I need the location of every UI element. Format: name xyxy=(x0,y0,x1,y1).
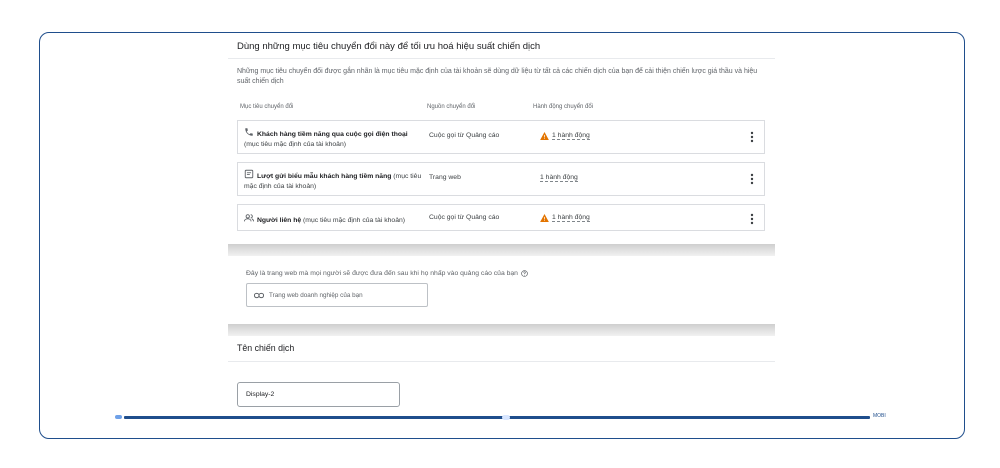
goal-source: Trang web xyxy=(429,174,461,181)
conversion-goals-title: Dùng những mục tiêu chuyển đổi này để tố… xyxy=(237,41,541,52)
website-prompt-text: Đây là trang web mà mọi người sẽ được đư… xyxy=(246,270,518,277)
goal-title: Người liên hệ xyxy=(257,217,302,224)
link-icon xyxy=(254,292,264,299)
goal-action-link[interactable]: 1 hành động xyxy=(552,132,590,140)
website-prompt: Đây là trang web mà mọi người sẽ được đư… xyxy=(246,270,528,277)
progress-start-marker xyxy=(115,415,122,419)
goal-action[interactable]: 1 hành động xyxy=(540,132,590,140)
divider xyxy=(228,58,775,59)
screenshot-frame: Dùng những mục tiêu chuyển đổi này để tố… xyxy=(39,32,965,439)
goal-description: Lượt gửi biểu mẫu khách hàng tiềm năng (… xyxy=(244,168,422,192)
goal-title: Khách hàng tiềm năng qua cuộc gọi điện t… xyxy=(257,131,408,138)
goal-action-link[interactable]: 1 hành động xyxy=(552,214,590,222)
conversion-goals-description: Những mục tiêu chuyển đổi được gắn nhãn … xyxy=(237,68,758,85)
progress-handle[interactable] xyxy=(502,415,510,420)
goal-action[interactable]: 1 hành động xyxy=(540,174,578,182)
website-url-placeholder: Trang web doanh nghiệp của bạn xyxy=(269,292,363,299)
website-url-input[interactable]: Trang web doanh nghiệp của bạn xyxy=(246,283,428,307)
column-header-source: Nguồn chuyển đổi xyxy=(427,104,476,110)
goal-title: Lượt gửi biểu mẫu khách hàng tiềm năng xyxy=(257,173,392,180)
campaign-name-input[interactable]: Display-2 xyxy=(237,382,400,407)
goal-subtitle: (mục tiêu mặc định của tài khoản) xyxy=(303,217,406,224)
campaign-name-title: Tên chiến dịch xyxy=(237,343,295,353)
conversion-goal-row[interactable]: Khách hàng tiềm năng qua cuộc gọi điện t… xyxy=(237,120,765,154)
phone-icon xyxy=(245,128,253,136)
more-vert-icon[interactable] xyxy=(750,131,754,143)
warning-icon xyxy=(540,214,549,222)
progress-label: MOBI xyxy=(873,413,886,419)
more-vert-icon[interactable] xyxy=(750,173,754,185)
goal-action[interactable]: 1 hành động xyxy=(540,214,590,222)
warning-icon xyxy=(540,132,549,140)
goal-source: Cuộc gọi từ Quảng cáo xyxy=(429,214,500,221)
conversion-goal-row[interactable]: Lượt gửi biểu mẫu khách hàng tiềm năng (… xyxy=(237,162,765,196)
goal-action-link[interactable]: 1 hành động xyxy=(540,174,578,182)
divider xyxy=(228,361,775,362)
conversion-goal-row[interactable]: Người liên hệ (mục tiêu mặc định của tài… xyxy=(237,204,765,231)
section-separator xyxy=(228,244,775,256)
form-icon xyxy=(244,169,254,179)
section-separator xyxy=(228,324,775,336)
more-vert-icon[interactable] xyxy=(750,213,754,225)
campaign-settings-panel: Dùng những mục tiêu chuyển đổi này để tố… xyxy=(228,33,775,433)
goal-source: Cuộc gọi từ Quảng cáo xyxy=(429,132,500,139)
goal-description: Khách hàng tiềm năng qua cuộc gọi điện t… xyxy=(244,126,422,150)
help-icon[interactable] xyxy=(521,270,528,277)
people-icon xyxy=(244,214,254,222)
column-header-action: Hành động chuyển đổi xyxy=(533,104,594,110)
video-progress-bar[interactable] xyxy=(124,416,870,419)
column-header-goal: Mục tiêu chuyển đổi xyxy=(240,104,294,110)
goal-description: Người liên hệ (mục tiêu mặc định của tài… xyxy=(244,212,444,226)
goal-subtitle: (mục tiêu mặc định của tài khoản) xyxy=(244,141,347,148)
